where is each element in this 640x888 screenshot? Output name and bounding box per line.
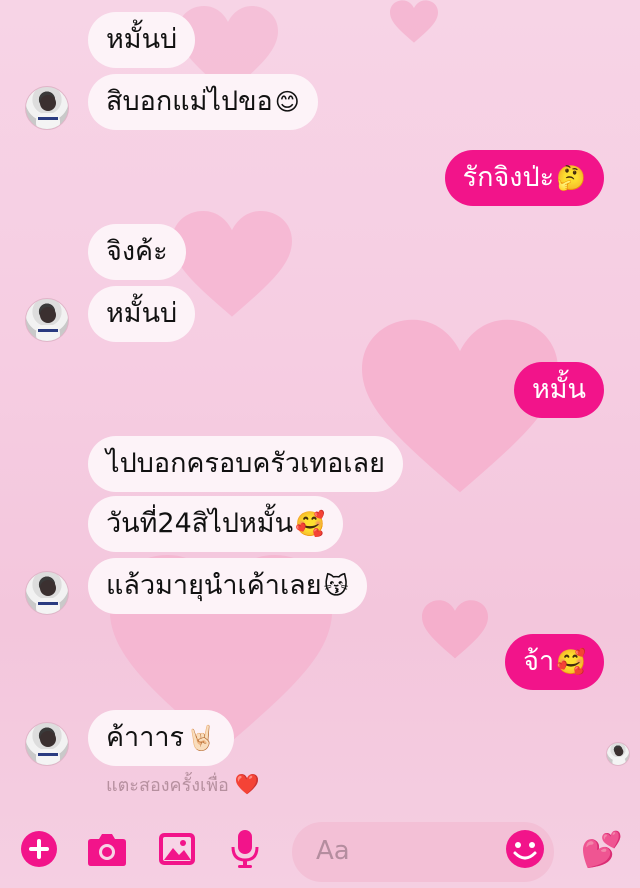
double-tap-hint: แตะสองครั้งเพื่อ ❤️	[106, 770, 260, 799]
message-text: แล้วมายุนำเค้าเลย	[106, 570, 322, 601]
message-text: หมั้นบ่	[106, 24, 178, 55]
image-icon	[159, 833, 195, 865]
hearts-icon: 💕	[580, 830, 624, 870]
rock-on-hand-emoji-icon: 🤘🏻	[186, 724, 216, 752]
heart-decoration	[422, 600, 488, 659]
camera-icon	[88, 834, 126, 866]
avatar[interactable]	[25, 722, 69, 766]
camera-button[interactable]	[86, 828, 128, 870]
message-bubble[interactable]: แล้วมายุนำเค้าเลย😽	[88, 558, 367, 614]
message-text: หมั้นบ่	[106, 298, 178, 329]
emoji-button[interactable]	[504, 828, 546, 870]
message-text: หมั้น	[531, 374, 586, 405]
message-text: จ้า	[523, 646, 555, 677]
heart-decoration	[390, 0, 438, 43]
smiley-icon	[506, 830, 544, 868]
avatar[interactable]	[25, 298, 69, 342]
message-text: รักจิงป่ะ	[462, 162, 555, 193]
message-text: จิงค้ะ	[106, 236, 168, 267]
avatar[interactable]	[25, 86, 69, 130]
message-bubble[interactable]: ไปบอกครอบครัวเทอเลย	[88, 436, 403, 492]
message-bubble[interactable]: รักจิงป่ะ🤔	[444, 150, 604, 206]
message-bubble[interactable]: จ้า🥰	[505, 634, 604, 690]
message-bubble[interactable]: ค้าาาร🤘🏻	[88, 710, 234, 766]
voice-button[interactable]	[224, 828, 266, 870]
message-text: สิบอกแม่ไปขอ	[106, 86, 273, 117]
message-text: ค้าาาร	[106, 722, 185, 753]
hint-text: แตะสองครั้งเพื่อ	[106, 775, 229, 796]
gallery-button[interactable]	[156, 828, 198, 870]
message-text: วันที่24สิไปหมั้น	[106, 508, 294, 539]
plus-icon	[21, 831, 57, 867]
message-bubble[interactable]: จิงค้ะ	[88, 224, 186, 280]
seen-receipt-avatar	[606, 742, 630, 766]
smiling-hearts-emoji-icon: 🥰	[295, 510, 325, 538]
smiling-face-emoji-icon: 😊	[274, 88, 300, 116]
message-composer: Aa 💕	[0, 808, 640, 888]
message-bubble[interactable]: สิบอกแม่ไปขอ😊	[88, 74, 318, 130]
red-heart-emoji-icon: ❤️	[234, 772, 260, 796]
plus-button[interactable]	[18, 828, 60, 870]
thinking-face-emoji-icon: 🤔	[556, 164, 586, 192]
kissing-cat-emoji-icon: 😽	[323, 572, 349, 600]
message-text: ไปบอกครอบครัวเทอเลย	[106, 448, 385, 479]
message-input-placeholder: Aa	[316, 836, 350, 866]
avatar[interactable]	[25, 571, 69, 615]
message-bubble[interactable]: วันที่24สิไปหมั้น🥰	[88, 496, 343, 552]
message-bubble[interactable]: หมั้น	[513, 362, 604, 418]
message-bubble[interactable]: หมั้นบ่	[88, 286, 196, 342]
smiling-hearts-emoji-icon: 🥰	[556, 648, 586, 676]
microphone-icon	[231, 830, 259, 868]
send-hearts-button[interactable]: 💕	[578, 826, 626, 874]
message-bubble[interactable]: หมั้นบ่	[88, 12, 196, 68]
